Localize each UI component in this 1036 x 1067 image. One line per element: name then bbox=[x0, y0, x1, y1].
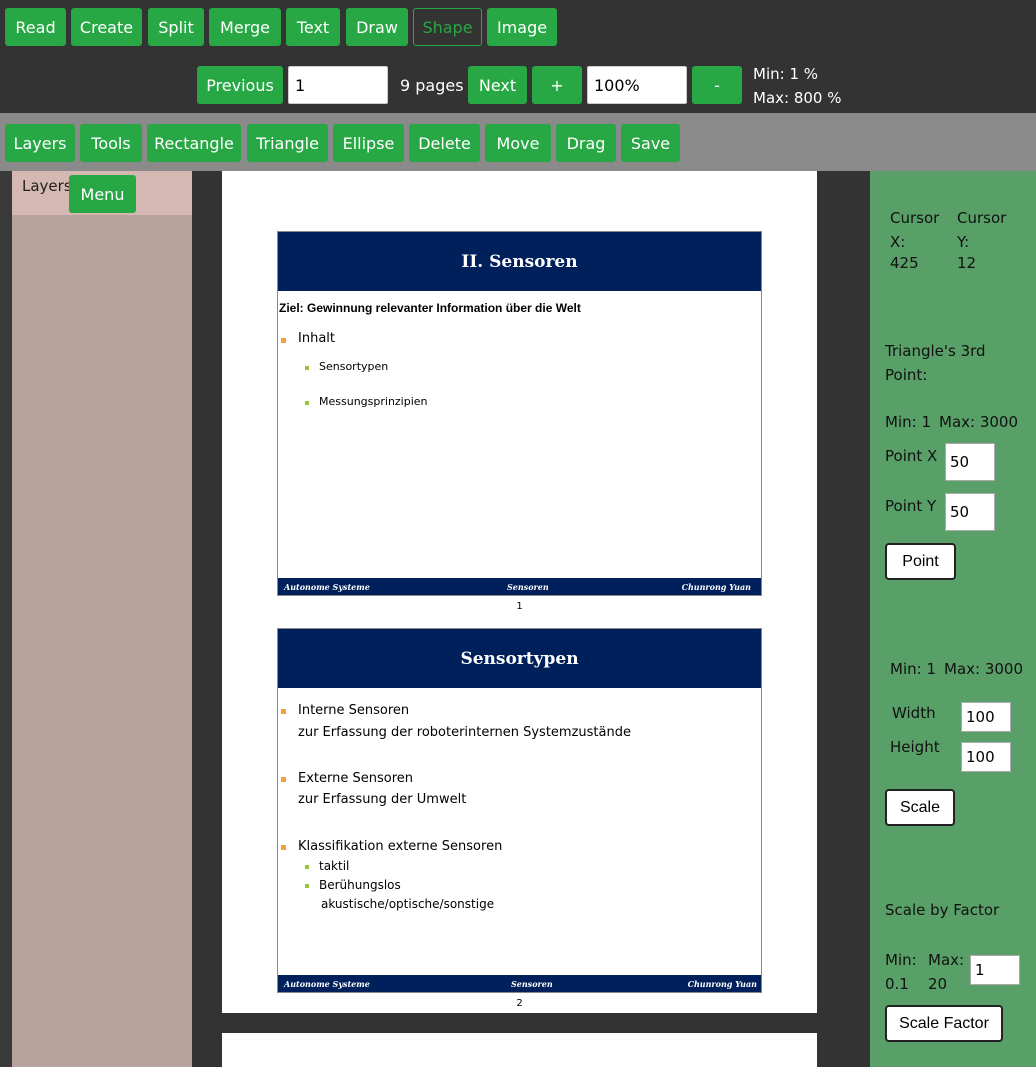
slide-bullet: Interne Sensoren bbox=[298, 703, 410, 718]
point-x-label: Point X bbox=[885, 447, 938, 465]
zoom-out-button[interactable]: - bbox=[692, 66, 742, 104]
image-button[interactable]: Image bbox=[487, 8, 557, 46]
slide-bullet: Klassifikation externe Sensoren bbox=[298, 839, 503, 854]
bullet-icon bbox=[281, 709, 286, 714]
save-button[interactable]: Save bbox=[621, 124, 680, 162]
slide-subbullet: Berühungslos bbox=[319, 878, 401, 892]
zoom-in-button[interactable]: + bbox=[532, 66, 582, 104]
slide-subbullet: Sensortypen bbox=[319, 360, 389, 373]
point-y-label: Point Y bbox=[885, 497, 937, 515]
bullet-icon bbox=[281, 845, 286, 850]
factor-max-value: 20 bbox=[928, 975, 948, 993]
draw-button[interactable]: Draw bbox=[346, 8, 408, 46]
cursor-x-value: 425 bbox=[890, 254, 919, 272]
zoom-input[interactable]: 100% bbox=[587, 66, 687, 104]
menu-button[interactable]: Menu bbox=[69, 175, 136, 213]
layers-button[interactable]: Layers bbox=[5, 124, 75, 162]
sub-bullet-icon bbox=[305, 865, 309, 869]
footer-right: Chunrong Yuan bbox=[687, 979, 757, 989]
zoom-max: Max: 800 % bbox=[753, 89, 842, 107]
pdf-page: II. Sensoren Ziel: Gewinnung relevanter … bbox=[222, 171, 817, 1013]
tools-button[interactable]: Tools bbox=[80, 124, 142, 162]
triangle-heading: Triangle's 3rd Point: bbox=[885, 342, 986, 384]
read-button[interactable]: Read bbox=[5, 8, 66, 46]
delete-button[interactable]: Delete bbox=[409, 124, 480, 162]
point-button[interactable]: Point bbox=[885, 543, 956, 580]
sub-bullet-icon bbox=[305, 366, 309, 370]
zoom-min: Min: 1 % bbox=[753, 65, 819, 83]
footer-mid: Sensoren bbox=[511, 979, 553, 989]
bullet-icon bbox=[281, 338, 286, 343]
slide-bullet: Externe Sensoren bbox=[298, 771, 414, 786]
height-input[interactable]: 100 bbox=[961, 742, 1011, 772]
cursor-y-label: Cursor Y: bbox=[957, 209, 1007, 251]
footer-left: Autonome Systeme bbox=[284, 582, 370, 592]
slide: Sensortypen Interne Sensoren zur Erfassu… bbox=[277, 628, 762, 993]
slide-title: Sensortypen bbox=[278, 629, 761, 688]
page-number-input[interactable]: 1 bbox=[288, 66, 388, 104]
cursor-y-value: 12 bbox=[957, 254, 977, 272]
width-label: Width bbox=[892, 704, 936, 722]
shape-button[interactable]: Shape bbox=[413, 8, 482, 46]
scale-button[interactable]: Scale bbox=[885, 789, 955, 826]
page-number: 2 bbox=[516, 998, 523, 1009]
slide-bullet-line: zur Erfassung der roboterinternen System… bbox=[298, 725, 631, 740]
width-input[interactable]: 100 bbox=[961, 702, 1011, 732]
split-button[interactable]: Split bbox=[148, 8, 204, 46]
next-button[interactable]: Next bbox=[468, 66, 527, 104]
scale-min: Min: 1 bbox=[890, 660, 936, 678]
ellipse-button[interactable]: Ellipse bbox=[333, 124, 404, 162]
slide: II. Sensoren Ziel: Gewinnung relevanter … bbox=[277, 231, 762, 596]
text-button[interactable]: Text bbox=[286, 8, 340, 46]
height-label: Height bbox=[890, 738, 940, 756]
scale-factor-button[interactable]: Scale Factor bbox=[885, 1005, 1003, 1042]
point-y-input[interactable]: 50 bbox=[945, 493, 995, 531]
rectangle-button[interactable]: Rectangle bbox=[147, 124, 241, 162]
document-viewer[interactable]: II. Sensoren Ziel: Gewinnung relevanter … bbox=[192, 171, 870, 1067]
create-button[interactable]: Create bbox=[71, 8, 142, 46]
slide-subbullet-line: akustische/optische/sonstige bbox=[321, 897, 495, 911]
page-number: 1 bbox=[516, 601, 523, 612]
slide-subbullet: Messungsprinzipien bbox=[319, 395, 428, 408]
move-button[interactable]: Move bbox=[485, 124, 551, 162]
footer-mid: Sensoren bbox=[507, 582, 549, 592]
scale-max: Max: 3000 bbox=[944, 660, 1024, 678]
factor-min-value: 0.1 bbox=[885, 975, 909, 993]
slide-title: II. Sensoren bbox=[278, 232, 761, 291]
layers-panel bbox=[12, 171, 192, 1067]
triangle-min: Min: 1 bbox=[885, 413, 931, 431]
slide-bullet: Inhalt bbox=[298, 331, 335, 346]
slide-footer: Autonome Systeme Sensoren Chunrong Yuan bbox=[278, 975, 761, 992]
slide-goal: Ziel: Gewinnung relevanter Information ü… bbox=[279, 301, 581, 315]
drag-button[interactable]: Drag bbox=[556, 124, 616, 162]
factor-input[interactable]: 1 bbox=[970, 955, 1020, 985]
factor-max-label: Max: bbox=[928, 951, 965, 969]
triangle-max: Max: 3000 bbox=[939, 413, 1019, 431]
factor-min-label: Min: bbox=[885, 951, 917, 969]
point-x-input[interactable]: 50 bbox=[945, 443, 995, 481]
slide-bullet-line: zur Erfassung der Umwelt bbox=[298, 792, 467, 807]
previous-button[interactable]: Previous bbox=[197, 66, 283, 104]
footer-left: Autonome Systeme bbox=[284, 979, 370, 989]
sub-bullet-icon bbox=[305, 884, 309, 888]
cursor-x-label: Cursor X: bbox=[890, 209, 940, 251]
layers-title: Layers bbox=[22, 177, 72, 195]
sub-bullet-icon bbox=[305, 401, 309, 405]
slide-footer: Autonome Systeme Sensoren Chunrong Yuan bbox=[278, 578, 761, 595]
merge-button[interactable]: Merge bbox=[209, 8, 281, 46]
page-count: 9 pages bbox=[400, 76, 464, 95]
properties-panel bbox=[870, 171, 1036, 1067]
pdf-page bbox=[222, 1033, 817, 1067]
bullet-icon bbox=[281, 777, 286, 782]
left-edge bbox=[0, 171, 12, 1067]
triangle-button[interactable]: Triangle bbox=[247, 124, 328, 162]
slide-subbullet: taktil bbox=[319, 859, 350, 873]
factor-heading: Scale by Factor bbox=[885, 901, 1000, 919]
footer-right: Chunrong Yuan bbox=[681, 582, 751, 592]
